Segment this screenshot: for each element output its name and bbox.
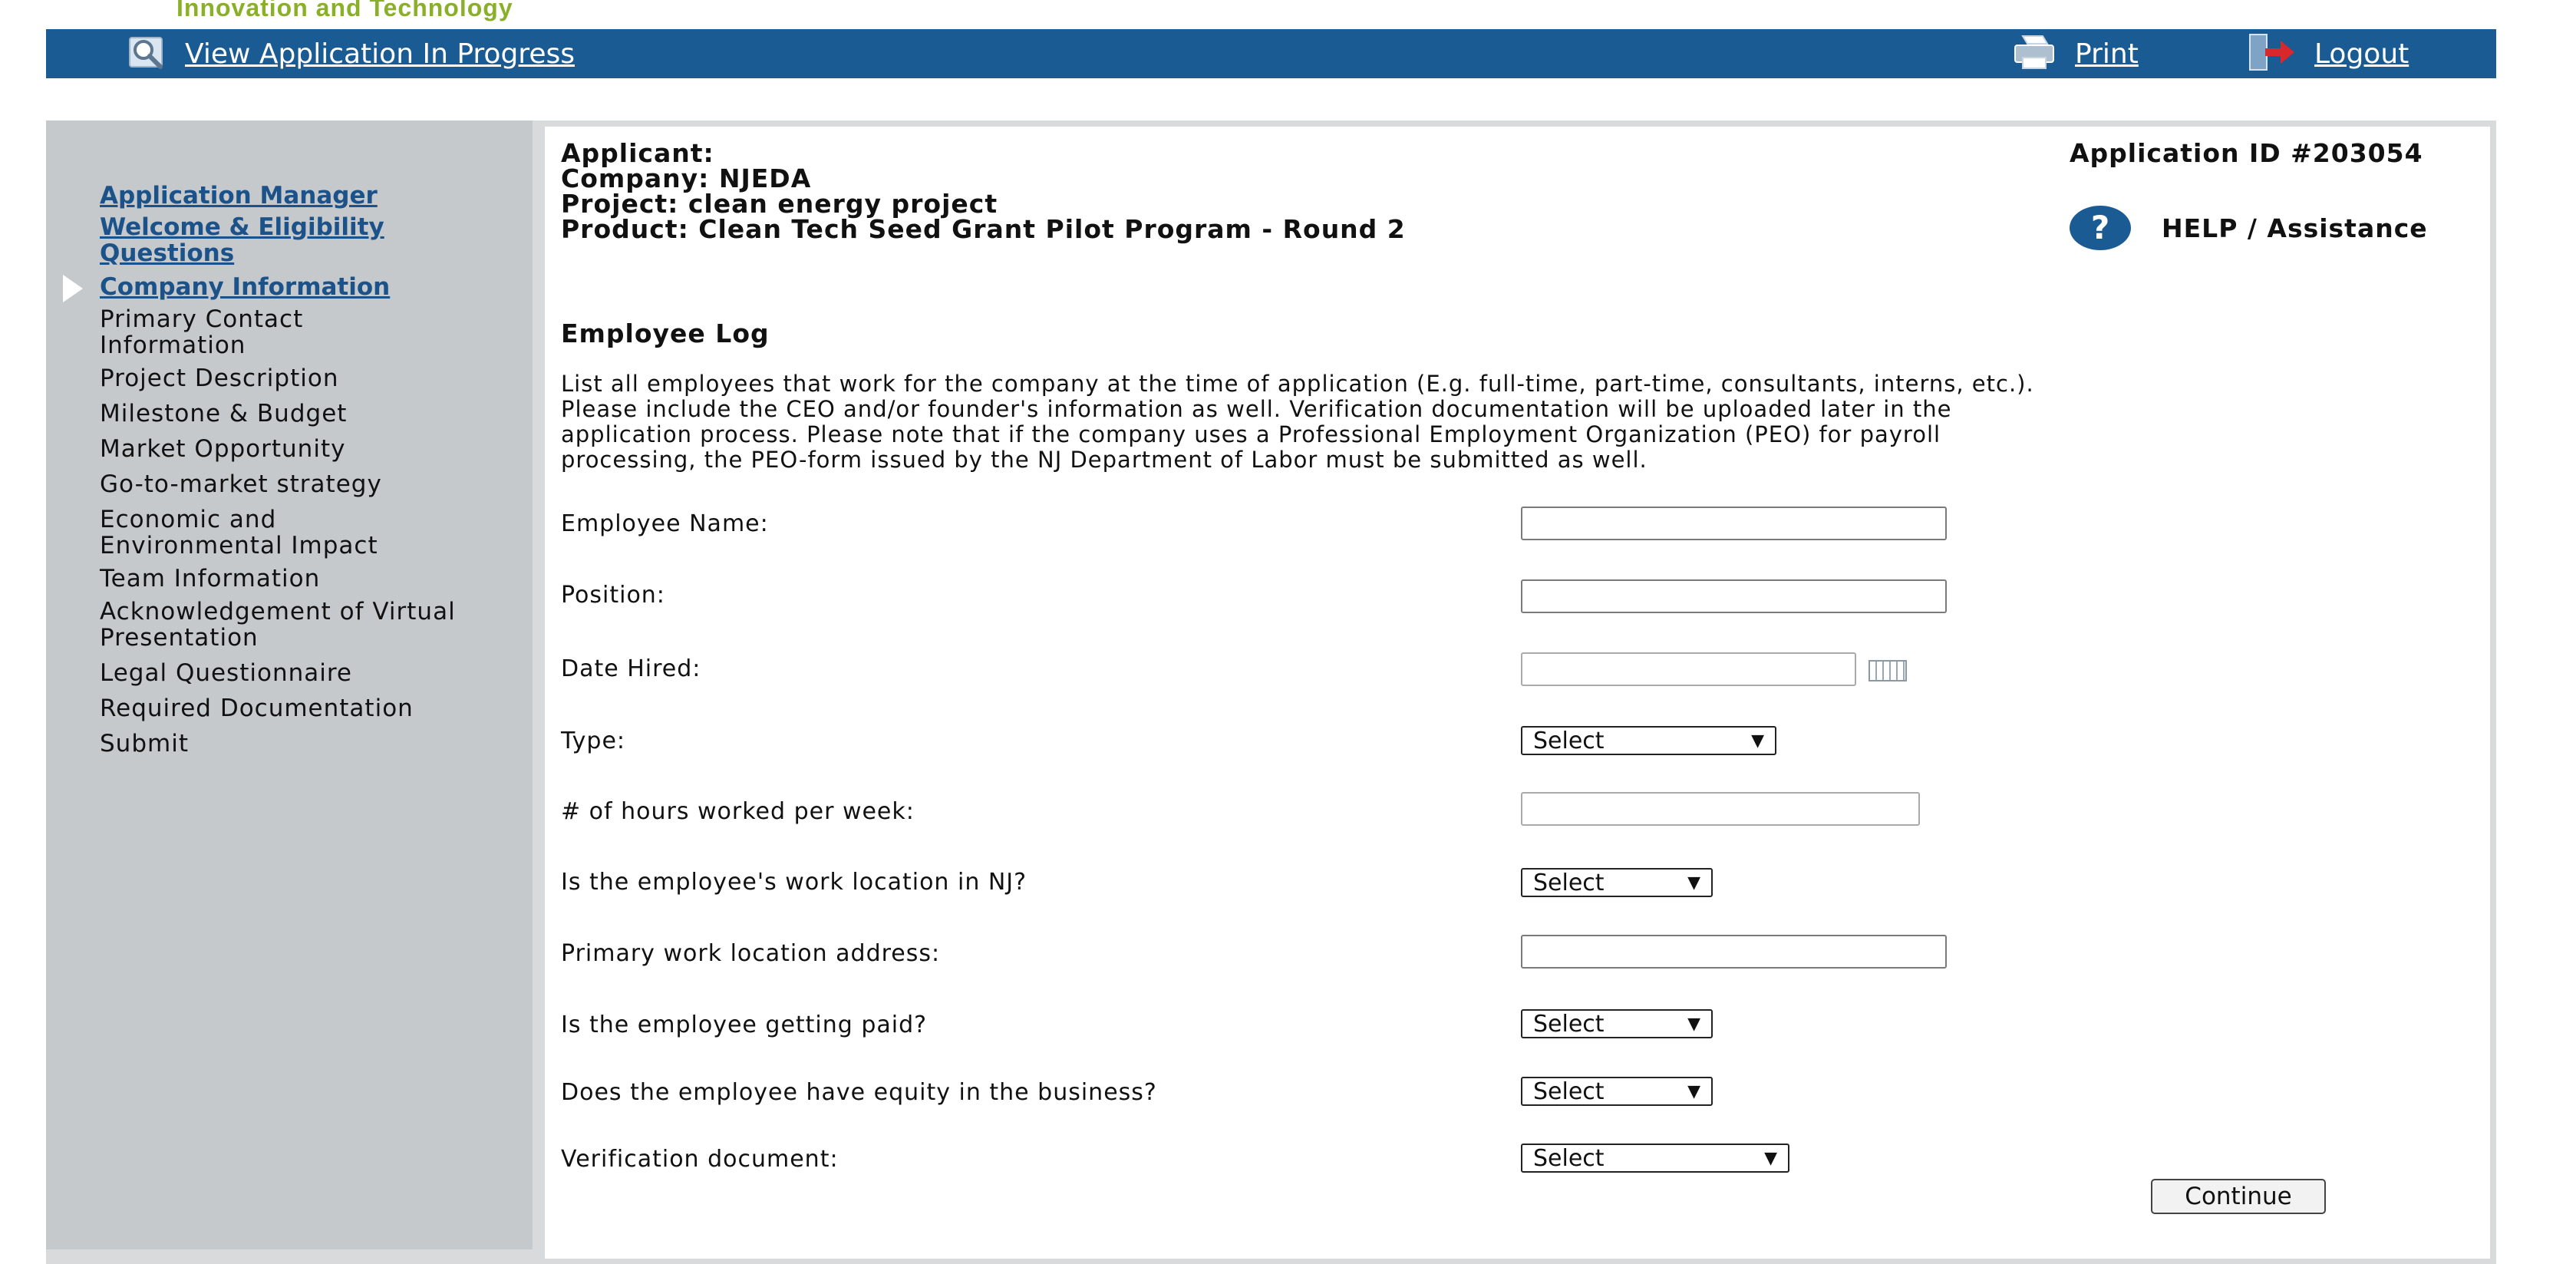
verification-select-value: Select: [1533, 1144, 1605, 1172]
instruction-line: List all employees that work for the com…: [561, 371, 2034, 397]
address-input[interactable]: [1521, 935, 1947, 969]
address-label: Primary work location address:: [561, 940, 941, 967]
position-input[interactable]: [1521, 579, 1947, 613]
instruction-line: application process. Please note that if…: [561, 421, 1941, 447]
product-name: Product: Clean Tech Seed Grant Pilot Pro…: [561, 214, 1406, 244]
print-item[interactable]: Print: [2012, 29, 2139, 78]
sidebar-item-go-to-market: Go-to-market strategy: [100, 470, 382, 498]
hours-input[interactable]: [1521, 792, 1920, 826]
logout-icon: [2247, 33, 2297, 74]
equity-label: Does the employee have equity in the bus…: [561, 1079, 1157, 1106]
instruction-line: processing, the PEO-form issued by the N…: [561, 447, 1648, 473]
sidebar-item-legal-questionnaire: Legal Questionnaire: [100, 659, 352, 687]
hours-label: # of hours worked per week:: [561, 798, 915, 825]
equity-select[interactable]: Select ▼: [1521, 1077, 1713, 1106]
type-select[interactable]: Select ▼: [1521, 726, 1776, 755]
sidebar-item-primary-contact: Primary Contact Information: [100, 305, 304, 359]
sidebar-item-required-documentation: Required Documentation: [100, 695, 414, 722]
instruction-line: Please include the CEO and/or founder's …: [561, 396, 1952, 422]
nj-location-select[interactable]: Select ▼: [1521, 868, 1713, 897]
nj-location-label: Is the employee's work location in NJ?: [561, 869, 1027, 896]
sidebar-item-team-information: Team Information: [100, 565, 321, 592]
type-select-value: Select: [1533, 727, 1605, 754]
sidebar-item-economic-impact: Economic and Environmental Impact: [100, 506, 378, 559]
employee-name-input[interactable]: [1521, 507, 1947, 540]
current-item-arrow-icon: [63, 275, 83, 302]
chevron-down-icon: ▼: [1764, 1148, 1777, 1168]
paid-label: Is the employee getting paid?: [561, 1012, 928, 1038]
employee-name-label: Employee Name:: [561, 510, 769, 537]
application-id: Application ID #203054: [2070, 138, 2423, 168]
sidebar-item-market-opportunity: Market Opportunity: [100, 435, 346, 463]
view-application-link[interactable]: View Application In Progress: [185, 38, 575, 70]
calendar-icon[interactable]: [1869, 660, 1907, 682]
paid-select[interactable]: Select ▼: [1521, 1009, 1713, 1038]
sidebar-item-milestone-budget: Milestone & Budget: [100, 400, 348, 427]
sidebar-item-acknowledgement: Acknowledgement of Virtual Presentation: [100, 598, 456, 652]
sidebar-nav: Application Manager Welcome & Eligibilit…: [100, 183, 529, 757]
sidebar-item-project-description: Project Description: [100, 365, 339, 392]
magnifier-icon: [127, 33, 170, 74]
type-label: Type:: [561, 728, 626, 754]
help-label: HELP / Assistance: [2162, 213, 2428, 243]
logout-link[interactable]: Logout: [2314, 38, 2409, 70]
chevron-down-icon: ▼: [1687, 1014, 1700, 1034]
sidebar-item-company-information[interactable]: Company Information: [100, 274, 529, 300]
print-link[interactable]: Print: [2075, 38, 2139, 70]
help-icon: ?: [2070, 206, 2131, 250]
instructions: List all employees that work for the com…: [561, 371, 2034, 473]
help-link[interactable]: ? HELP / Assistance: [2070, 206, 2428, 250]
site-tagline: Innovation and Technology: [176, 0, 513, 21]
verification-label: Verification document:: [561, 1146, 839, 1173]
sidebar-item-application-manager[interactable]: Application Manager: [100, 183, 529, 209]
printer-icon: [2012, 33, 2058, 74]
logout-item[interactable]: Logout: [2247, 29, 2409, 78]
equity-select-value: Select: [1533, 1078, 1605, 1105]
chevron-down-icon: ▼: [1687, 873, 1700, 893]
position-label: Position:: [561, 582, 665, 609]
top-nav-bar: View Application In Progress Print Logou…: [46, 29, 2496, 78]
date-hired-label: Date Hired:: [561, 655, 701, 682]
verification-select[interactable]: Select ▼: [1521, 1144, 1789, 1173]
nj-location-select-value: Select: [1533, 869, 1605, 896]
section-title: Employee Log: [561, 318, 770, 348]
chevron-down-icon: ▼: [1751, 731, 1764, 751]
continue-button[interactable]: Continue: [2151, 1179, 2326, 1214]
sidebar-item-submit: Submit: [100, 730, 189, 757]
paid-select-value: Select: [1533, 1010, 1605, 1038]
chevron-down-icon: ▼: [1687, 1081, 1700, 1101]
date-hired-input[interactable]: [1521, 652, 1856, 686]
view-application-item[interactable]: View Application In Progress: [127, 29, 575, 78]
sidebar-item-welcome-eligibility[interactable]: Welcome & Eligibility Questions: [100, 214, 483, 266]
